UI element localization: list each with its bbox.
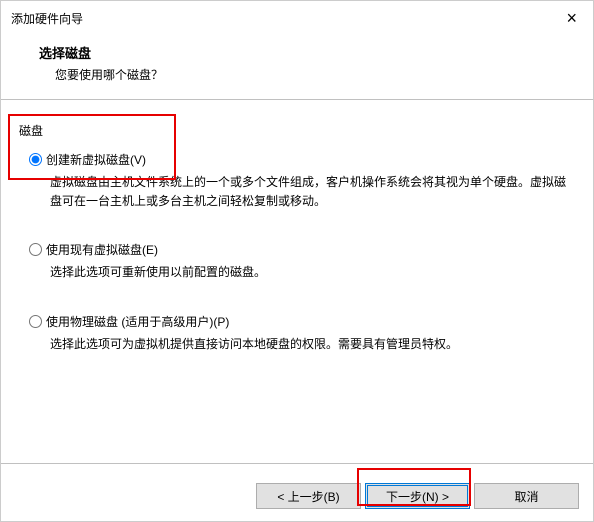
- radio-use-existing-desc: 选择此选项可重新使用以前配置的磁盘。: [50, 263, 570, 282]
- radio-use-existing-label[interactable]: 使用现有虚拟磁盘(E): [46, 241, 158, 258]
- radio-create-new-desc: 虚拟磁盘由主机文件系统上的一个或多个文件组成，客户机操作系统会将其视为单个硬盘。…: [50, 173, 570, 211]
- back-button[interactable]: < 上一步(B): [256, 483, 361, 509]
- wizard-header: 选择磁盘 您要使用哪个磁盘？: [1, 31, 593, 99]
- option-create-new: 创建新虚拟磁盘(V) 虚拟磁盘由主机文件系统上的一个或多个文件组成，客户机操作系…: [19, 151, 575, 211]
- radio-physical-disk-desc: 选择此选项可为虚拟机提供直接访问本地硬盘的权限。需要具有管理员特权。: [50, 335, 570, 354]
- radio-create-new-label[interactable]: 创建新虚拟磁盘(V): [46, 151, 146, 168]
- page-title: 选择磁盘: [39, 43, 593, 62]
- option-physical-disk: 使用物理磁盘 (适用于高级用户)(P) 选择此选项可为虚拟机提供直接访问本地硬盘…: [19, 313, 575, 354]
- close-icon[interactable]: ×: [560, 8, 583, 29]
- radio-use-existing[interactable]: [29, 243, 42, 256]
- button-row: < 上一步(B) 下一步(N) > 取消: [256, 483, 579, 509]
- next-button[interactable]: 下一步(N) >: [365, 483, 470, 509]
- page-subtitle: 您要使用哪个磁盘？: [39, 66, 593, 83]
- radio-physical-disk-label[interactable]: 使用物理磁盘 (适用于高级用户)(P): [46, 313, 229, 330]
- option-use-existing: 使用现有虚拟磁盘(E) 选择此选项可重新使用以前配置的磁盘。: [19, 241, 575, 282]
- radio-create-new[interactable]: [29, 153, 42, 166]
- disk-group-label: 磁盘: [19, 122, 575, 139]
- titlebar: 添加硬件向导 ×: [1, 1, 593, 31]
- cancel-button[interactable]: 取消: [474, 483, 579, 509]
- radio-physical-disk[interactable]: [29, 315, 42, 328]
- window-title: 添加硬件向导: [11, 10, 83, 27]
- content-area: 磁盘 创建新虚拟磁盘(V) 虚拟磁盘由主机文件系统上的一个或多个文件组成，客户机…: [1, 99, 593, 464]
